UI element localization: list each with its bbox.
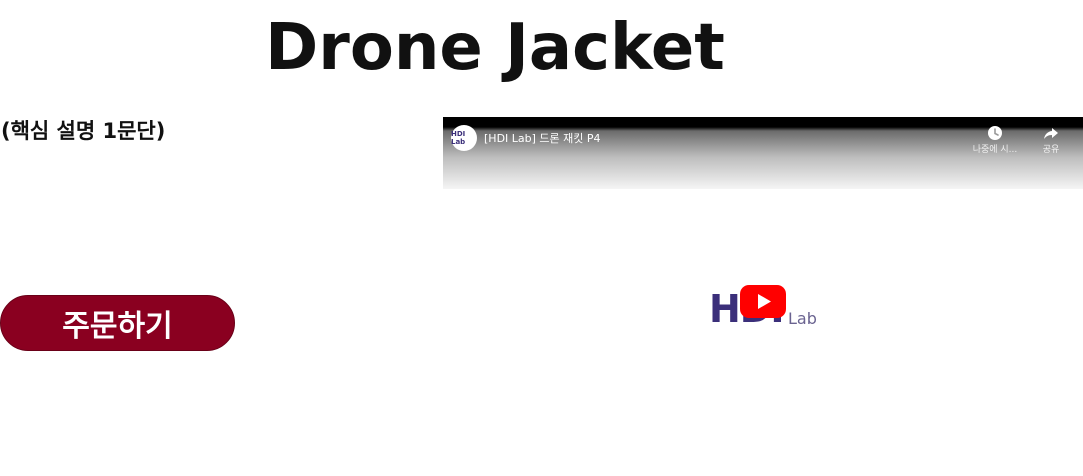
clock-icon xyxy=(965,125,1025,141)
embedded-video-player[interactable]: HDI Lab [HDI Lab] 드론 재킷 P4 나중에 시... 공유 H… xyxy=(443,117,1083,476)
video-title-link[interactable]: [HDI Lab] 드론 재킷 P4 xyxy=(484,130,601,146)
channel-avatar[interactable]: HDI Lab xyxy=(451,125,477,151)
channel-avatar-label: HDI Lab xyxy=(451,130,466,146)
product-description: (핵심 설명 1문단) xyxy=(1,119,166,143)
watch-later-label: 나중에 시... xyxy=(972,145,1018,155)
page-title: Drone Jacket xyxy=(265,11,725,85)
logo-lab-text: Lab xyxy=(788,309,817,328)
youtube-play-icon[interactable] xyxy=(740,285,786,318)
product-page: Drone Jacket (핵심 설명 1문단) 주문하기 HDI Lab [H… xyxy=(0,0,1083,476)
order-button[interactable]: 주문하기 xyxy=(0,295,235,351)
share-label: 공유 xyxy=(1042,145,1060,155)
share-arrow-icon xyxy=(1021,125,1081,141)
share-button[interactable]: 공유 xyxy=(1021,125,1081,155)
watch-later-button[interactable]: 나중에 시... xyxy=(965,125,1025,155)
